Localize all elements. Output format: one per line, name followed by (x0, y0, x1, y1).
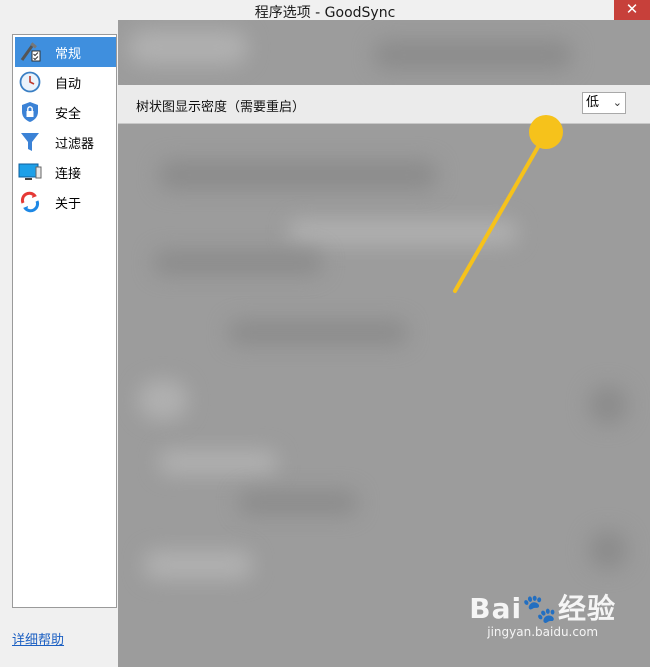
sidebar-item-connection[interactable]: 连接 (15, 157, 116, 187)
detailed-help-link[interactable]: 详细帮助 (12, 629, 64, 648)
filter-funnel-icon (17, 129, 43, 155)
general-tools-icon (17, 39, 43, 65)
chevron-down-icon: ⌄ (612, 96, 622, 109)
sidebar-item-label: 连接 (55, 166, 82, 182)
options-sidebar: 常规 自动 安全 过滤器 连接 关于 (12, 34, 117, 608)
sidebar-item-auto[interactable]: 自动 (15, 67, 116, 97)
close-button[interactable]: ✕ (614, 0, 650, 20)
tree-density-select[interactable]: 低 ⌄ (582, 92, 626, 114)
sidebar-item-label: 关于 (55, 196, 82, 212)
monitor-icon (17, 159, 43, 185)
tree-density-value: 低 (586, 95, 600, 110)
sidebar-item-label: 自动 (55, 76, 82, 92)
shield-lock-icon (17, 99, 43, 125)
goodsync-logo-icon (17, 189, 43, 215)
settings-panel-blurred: 树状图显示密度（需要重启） 低 ⌄ Bai🐾经验 jingyan.baidu.c… (118, 20, 650, 667)
window-title: 程序选项 - GoodSync (254, 5, 396, 21)
sidebar-item-about[interactable]: 关于 (15, 187, 116, 217)
sidebar-item-label: 安全 (55, 106, 82, 122)
sidebar-item-label: 过滤器 (55, 136, 95, 152)
sidebar-item-label: 常规 (55, 46, 82, 62)
clock-icon (17, 69, 43, 95)
tree-density-label: 树状图显示密度（需要重启） (136, 100, 306, 115)
tree-density-setting-row: 树状图显示密度（需要重启） 低 ⌄ (118, 85, 650, 124)
baidu-watermark: Bai🐾经验 jingyan.baidu.com (469, 587, 616, 639)
title-bar: 程序选项 - GoodSync ✕ (0, 0, 650, 22)
watermark-logo: Bai🐾经验 (469, 592, 616, 625)
sidebar-item-security[interactable]: 安全 (15, 97, 116, 127)
sidebar-item-general[interactable]: 常规 (15, 37, 116, 67)
watermark-url: jingyan.baidu.com (487, 625, 599, 639)
sidebar-item-filters[interactable]: 过滤器 (15, 127, 116, 157)
